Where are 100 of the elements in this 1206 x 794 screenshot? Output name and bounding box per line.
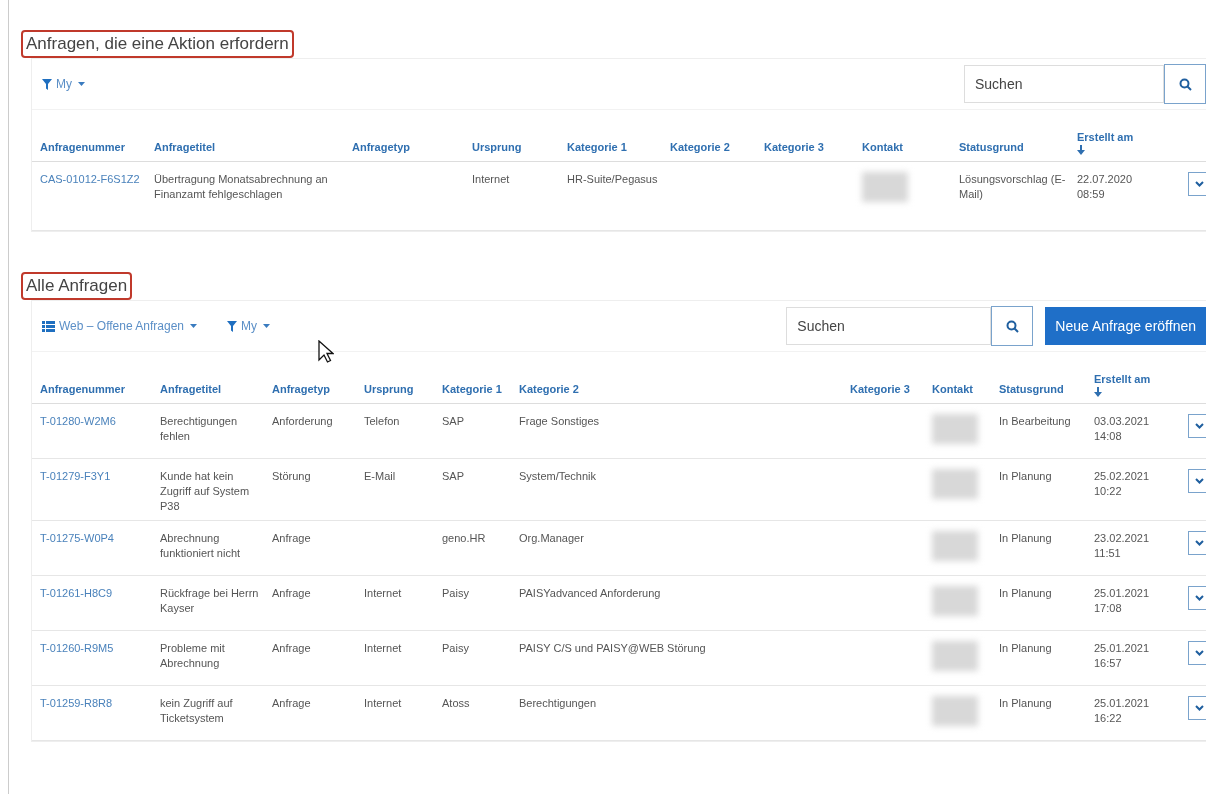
table-cell: Anfrage <box>272 587 311 599</box>
row-menu-button[interactable] <box>1188 696 1206 720</box>
table-cell: PAISY C/S und PAISY@WEB Störung <box>519 642 706 654</box>
table-cell: Anfrage <box>272 697 311 709</box>
table-cell-text: 25.01.2021 16:57 <box>1094 641 1151 671</box>
chevron-down-icon <box>1194 595 1204 601</box>
redacted-contact <box>862 172 908 202</box>
column-header[interactable]: Erstellt am <box>1094 372 1174 397</box>
request-link[interactable]: T-01279-F3Y1 <box>40 470 111 482</box>
table-cell-text: 25.02.2021 10:22 <box>1094 469 1151 499</box>
table-cell-text: 25.01.2021 16:22 <box>1094 696 1151 726</box>
table-cell: Übertragung Monatsabrechnung an Finanzamt fehlgeschlagen <box>154 173 328 200</box>
table-cell: PAISYadvanced Anforderung <box>519 587 661 599</box>
table-cell: In Planung <box>999 470 1052 482</box>
row-menu-button[interactable] <box>1188 469 1206 493</box>
redacted-contact <box>932 469 978 499</box>
column-header[interactable]: Kategorie 1 <box>442 382 519 397</box>
table-cell: In Planung <box>999 532 1052 544</box>
row-menu-button[interactable] <box>1188 586 1206 610</box>
column-header[interactable]: Statusgrund <box>999 382 1094 397</box>
column-header[interactable]: Ursprung <box>364 382 442 397</box>
request-link[interactable]: T-01260-R9M5 <box>40 642 114 654</box>
redacted-contact <box>932 641 978 671</box>
search-field[interactable]: Suchen <box>786 307 992 345</box>
row-menu-button[interactable] <box>1188 641 1206 665</box>
column-header[interactable]: Ursprung <box>472 140 567 155</box>
table-cell: System/Technik <box>519 470 597 482</box>
column-header[interactable]: Kontakt <box>932 382 999 397</box>
column-header[interactable]: Anfragetitel <box>160 382 272 397</box>
chevron-down-icon <box>1194 423 1204 429</box>
table-cell: Internet <box>364 697 402 709</box>
column-header[interactable]: Anfragetyp <box>352 140 472 155</box>
table-cell: Paisy <box>442 642 469 654</box>
column-header[interactable]: Anfragetitel <box>154 140 352 155</box>
table-cell: SAP <box>442 470 464 482</box>
search-button[interactable] <box>1164 64 1206 104</box>
filter-button[interactable]: My <box>227 317 270 335</box>
column-header[interactable]: Kontakt <box>862 140 959 155</box>
request-link[interactable]: T-01275-W0P4 <box>40 532 114 544</box>
column-header[interactable]: Anfragenummer <box>40 382 160 397</box>
column-header[interactable]: Statusgrund <box>959 140 1077 155</box>
column-header[interactable]: Kategorie 3 <box>850 382 932 397</box>
view-selector[interactable]: Web – Offene Anfragen <box>42 317 197 335</box>
table-cell-text: 03.03.2021 14:08 <box>1094 414 1151 444</box>
chevron-down-icon <box>1194 650 1204 656</box>
row-menu-button[interactable] <box>1188 172 1206 196</box>
filter-icon <box>227 320 237 332</box>
table-cell-text: 25.01.2021 17:08 <box>1094 586 1151 616</box>
search-icon <box>1005 319 1019 333</box>
table-cell: In Planung <box>999 697 1052 709</box>
column-header[interactable]: Kategorie 3 <box>764 140 862 155</box>
column-header[interactable]: Kategorie 1 <box>567 140 670 155</box>
section-heading: Alle Anfragen <box>21 272 133 300</box>
table-cell: In Planung <box>999 587 1052 599</box>
search-field[interactable]: Suchen <box>964 65 1164 103</box>
table-cell: Anfrage <box>272 642 311 654</box>
redacted-contact <box>932 696 978 726</box>
row-menu-button[interactable] <box>1188 414 1206 438</box>
caret-icon <box>190 324 197 328</box>
column-header[interactable]: Erstellt am <box>1077 130 1174 155</box>
request-link[interactable]: T-01259-R8R8 <box>40 697 113 709</box>
table-cell: In Bearbeitung <box>999 415 1071 427</box>
request-link[interactable]: T-01280-W2M6 <box>40 415 116 427</box>
chevron-down-icon <box>1194 181 1204 187</box>
caret-icon <box>78 82 85 86</box>
table-cell-text: 23.02.2021 11:51 <box>1094 531 1151 561</box>
chevron-down-icon <box>1194 478 1204 484</box>
table-cell: Anforderung <box>272 415 333 427</box>
request-link[interactable]: CAS-01012-F6S1Z2 <box>40 173 140 185</box>
new-request-button[interactable]: Neue Anfrage eröffnen <box>1045 307 1206 345</box>
request-link[interactable]: T-01261-H8C9 <box>40 587 113 599</box>
filter-button[interactable]: My <box>42 75 85 93</box>
column-header[interactable]: Anfragetyp <box>272 382 364 397</box>
table-cell-text: 22.07.2020 08:59 <box>1077 172 1134 202</box>
table-cell: Internet <box>364 587 402 599</box>
row-menu-button[interactable] <box>1188 531 1206 555</box>
search-button[interactable] <box>991 306 1034 346</box>
sort-arrow-icon <box>1077 145 1085 155</box>
column-header[interactable]: Kategorie 2 <box>519 382 850 397</box>
table-cell: geno.HR <box>442 532 486 544</box>
column-header[interactable]: Kategorie 2 <box>670 140 764 155</box>
table-cell: Atoss <box>442 697 470 709</box>
table-cell: E-Mail <box>364 470 396 482</box>
search-icon <box>1178 77 1192 91</box>
redacted-contact <box>932 586 978 616</box>
table-cell: Internet <box>364 642 402 654</box>
table-cell: Telefon <box>364 415 400 427</box>
table-cell: Lösungsvorschlag (E-Mail) <box>959 173 1066 200</box>
redacted-contact <box>932 414 978 444</box>
table-cell: Frage Sonstiges <box>519 415 600 427</box>
table-cell: Störung <box>272 470 311 482</box>
table-cell: Probleme mit Abrechnung <box>160 642 225 669</box>
table-cell: Abrechnung funktioniert nicht <box>160 532 241 559</box>
column-header[interactable]: Anfragenummer <box>40 140 154 155</box>
table-cell: Org.Manager <box>519 532 584 544</box>
chevron-down-icon <box>1194 705 1204 711</box>
table-cell: Kunde hat kein Zugriff auf System P38 <box>160 470 250 512</box>
chevron-down-icon <box>1194 540 1204 546</box>
table-cell: SAP <box>442 415 464 427</box>
cursor-icon <box>318 340 334 364</box>
